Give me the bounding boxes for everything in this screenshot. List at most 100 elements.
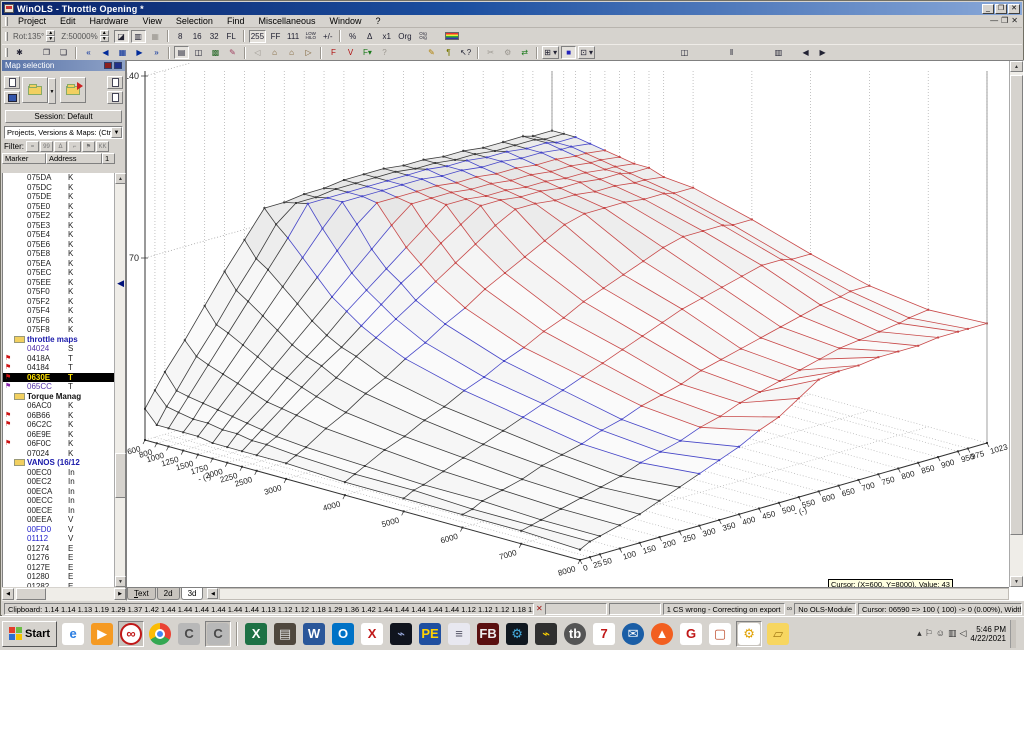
menu-hardware[interactable]: Hardware bbox=[83, 15, 136, 27]
calculator-icon[interactable]: ≡ bbox=[446, 621, 472, 647]
panel-pin-button[interactable] bbox=[104, 62, 112, 69]
tab-2d[interactable]: 2d bbox=[156, 588, 180, 600]
swap-button[interactable]: ⇄ bbox=[517, 46, 533, 59]
map-folder-row[interactable]: throttle maps bbox=[3, 335, 115, 345]
last-version-button[interactable]: » bbox=[149, 46, 164, 59]
child-minimize-button[interactable]: — bbox=[990, 16, 998, 26]
map-row[interactable]: 00ECC In bbox=[3, 496, 115, 506]
map-row[interactable]: ⚑ 04184 T bbox=[3, 363, 115, 373]
scroll-up-icon[interactable]: ▲ bbox=[115, 173, 126, 184]
map-row[interactable]: ⚑ 065CC T bbox=[3, 382, 115, 392]
map-row[interactable]: 075F6 K bbox=[3, 316, 115, 326]
first-version-button[interactable]: « bbox=[81, 46, 96, 59]
map-row[interactable]: 075E6 K bbox=[3, 240, 115, 250]
prev-map-button[interactable]: ◀ bbox=[798, 46, 814, 59]
merge-button[interactable]: ▥ bbox=[771, 46, 787, 59]
toolbar-grip[interactable] bbox=[5, 31, 8, 41]
menu-view[interactable]: View bbox=[136, 15, 169, 27]
width-32-button[interactable]: 32 bbox=[206, 29, 222, 43]
menu-find[interactable]: Find bbox=[220, 15, 252, 27]
view-text-button[interactable]: ▦ bbox=[147, 29, 163, 43]
map-row[interactable]: 00EC0 In bbox=[3, 468, 115, 478]
map-row[interactable]: 00ECA In bbox=[3, 487, 115, 497]
next-map-button[interactable]: ▶ bbox=[815, 46, 831, 59]
save-project-button[interactable] bbox=[4, 91, 20, 104]
map-row[interactable]: 075F2 K bbox=[3, 297, 115, 307]
chip-icon[interactable]: ▤ bbox=[272, 621, 298, 647]
map-row[interactable]: ⚑ 06F0C K bbox=[3, 439, 115, 449]
map-row[interactable]: ⚑ 06B66 K bbox=[3, 411, 115, 421]
surface-chart[interactable]: 7014060080010001250150017502000225025003… bbox=[127, 61, 1010, 587]
map-row[interactable]: 00ECE In bbox=[3, 506, 115, 516]
filter-button-0[interactable]: = bbox=[26, 141, 39, 152]
toolbar-grip[interactable] bbox=[5, 16, 8, 26]
panel-collapse-icon[interactable]: ◀ bbox=[117, 278, 124, 289]
sign-button[interactable]: +/- bbox=[320, 29, 336, 43]
map-row[interactable]: 07024 K bbox=[3, 449, 115, 459]
chrome-icon[interactable] bbox=[147, 621, 173, 647]
column-type[interactable]: 1 bbox=[102, 153, 115, 164]
wrench-icon[interactable]: ⚙ bbox=[736, 620, 763, 647]
media-player-icon[interactable]: ▶ bbox=[89, 621, 115, 647]
map-row[interactable]: 075E0 K bbox=[3, 202, 115, 212]
map-row[interactable]: 00FD0 V bbox=[3, 525, 115, 535]
map-row[interactable]: 075DE K bbox=[3, 192, 115, 202]
menu-project[interactable]: Project bbox=[11, 15, 53, 27]
help-button[interactable]: ? bbox=[377, 46, 392, 59]
delta-button[interactable]: Δ bbox=[362, 29, 378, 43]
tray-icon-0[interactable]: ▴ bbox=[917, 628, 922, 639]
map-row[interactable]: 075F8 K bbox=[3, 325, 115, 335]
split-horizontal-button[interactable]: ◫ bbox=[677, 46, 693, 59]
column-address[interactable]: Address bbox=[46, 153, 102, 164]
map-row[interactable]: ⚑ 06C2C K bbox=[3, 420, 115, 430]
decimal-button[interactable]: 255 bbox=[248, 29, 267, 43]
factor-button[interactable]: x1 bbox=[379, 29, 395, 43]
map-row[interactable]: 075EC K bbox=[3, 268, 115, 278]
gears-icon[interactable]: ⚙ bbox=[504, 621, 530, 647]
g-tool-icon[interactable]: G bbox=[678, 621, 704, 647]
duplicate-version-button[interactable] bbox=[107, 91, 123, 104]
filter-button-1[interactable]: 99 bbox=[40, 141, 53, 152]
prev-version-button[interactable]: ◀ bbox=[98, 46, 113, 59]
home-down-button[interactable]: ⌂ bbox=[284, 46, 299, 59]
eraser-button[interactable]: ✎ bbox=[225, 46, 240, 59]
home-up-button[interactable]: ⌂ bbox=[267, 46, 282, 59]
filter-button-2[interactable]: Δ bbox=[54, 141, 67, 152]
rotation-spinner[interactable]: ▲ ▼ bbox=[46, 30, 56, 42]
fb-chip-icon[interactable]: FB bbox=[475, 621, 501, 647]
map-folder-row[interactable]: VANOS (16/12 bbox=[3, 458, 115, 468]
function-f2-button[interactable]: F▾ bbox=[360, 46, 375, 59]
map-row[interactable]: 00EEA V bbox=[3, 515, 115, 525]
view-3d-button[interactable]: ◪ bbox=[113, 29, 129, 43]
brave-icon[interactable]: ▲ bbox=[649, 621, 675, 647]
map-row[interactable]: 075E8 K bbox=[3, 249, 115, 259]
toolbar-grip[interactable] bbox=[5, 48, 8, 57]
function-f-button[interactable]: F bbox=[326, 46, 341, 59]
map-row[interactable]: 06E9E K bbox=[3, 430, 115, 440]
tab-hscrollbar[interactable] bbox=[219, 588, 1009, 600]
map-list-button[interactable]: ▤ bbox=[174, 46, 189, 59]
menu-window[interactable]: Window bbox=[322, 15, 368, 27]
zoom-spinner[interactable]: ▲ ▼ bbox=[99, 30, 109, 42]
map-row[interactable]: 06AC0 K bbox=[3, 401, 115, 411]
original-button[interactable]: Org bbox=[396, 29, 414, 43]
map-row[interactable]: 075DA K bbox=[3, 173, 115, 183]
context-help-button[interactable]: ↖? bbox=[458, 46, 474, 59]
map-export-button[interactable]: ▩ bbox=[208, 46, 223, 59]
percent-button[interactable]: % bbox=[345, 29, 361, 43]
folder-icon[interactable]: ▱ bbox=[765, 621, 791, 647]
width-16-button[interactable]: 16 bbox=[189, 29, 205, 43]
taskbar-clock[interactable]: 5:46 PM 4/22/2021 bbox=[970, 625, 1006, 643]
outlook-icon[interactable]: O bbox=[330, 621, 356, 647]
child-restore-button[interactable]: ❐ bbox=[1001, 16, 1008, 26]
start-button[interactable]: Start bbox=[2, 620, 58, 647]
map-row[interactable]: 075DC K bbox=[3, 183, 115, 193]
tray-icon-1[interactable]: ⚐ bbox=[925, 628, 933, 639]
original2-button[interactable]: Org Org bbox=[415, 29, 431, 43]
title-bar[interactable]: WinOLS - Throttle Opening * _ ❐ ✕ bbox=[2, 2, 1022, 15]
lohi-button[interactable]: LOW HILO bbox=[303, 29, 319, 43]
prev-diff-button[interactable]: ◁ bbox=[250, 46, 265, 59]
damos-icon[interactable]: ✱ bbox=[12, 46, 27, 59]
map-row[interactable]: 075E2 K bbox=[3, 211, 115, 221]
show-desktop-button[interactable] bbox=[1010, 619, 1016, 648]
